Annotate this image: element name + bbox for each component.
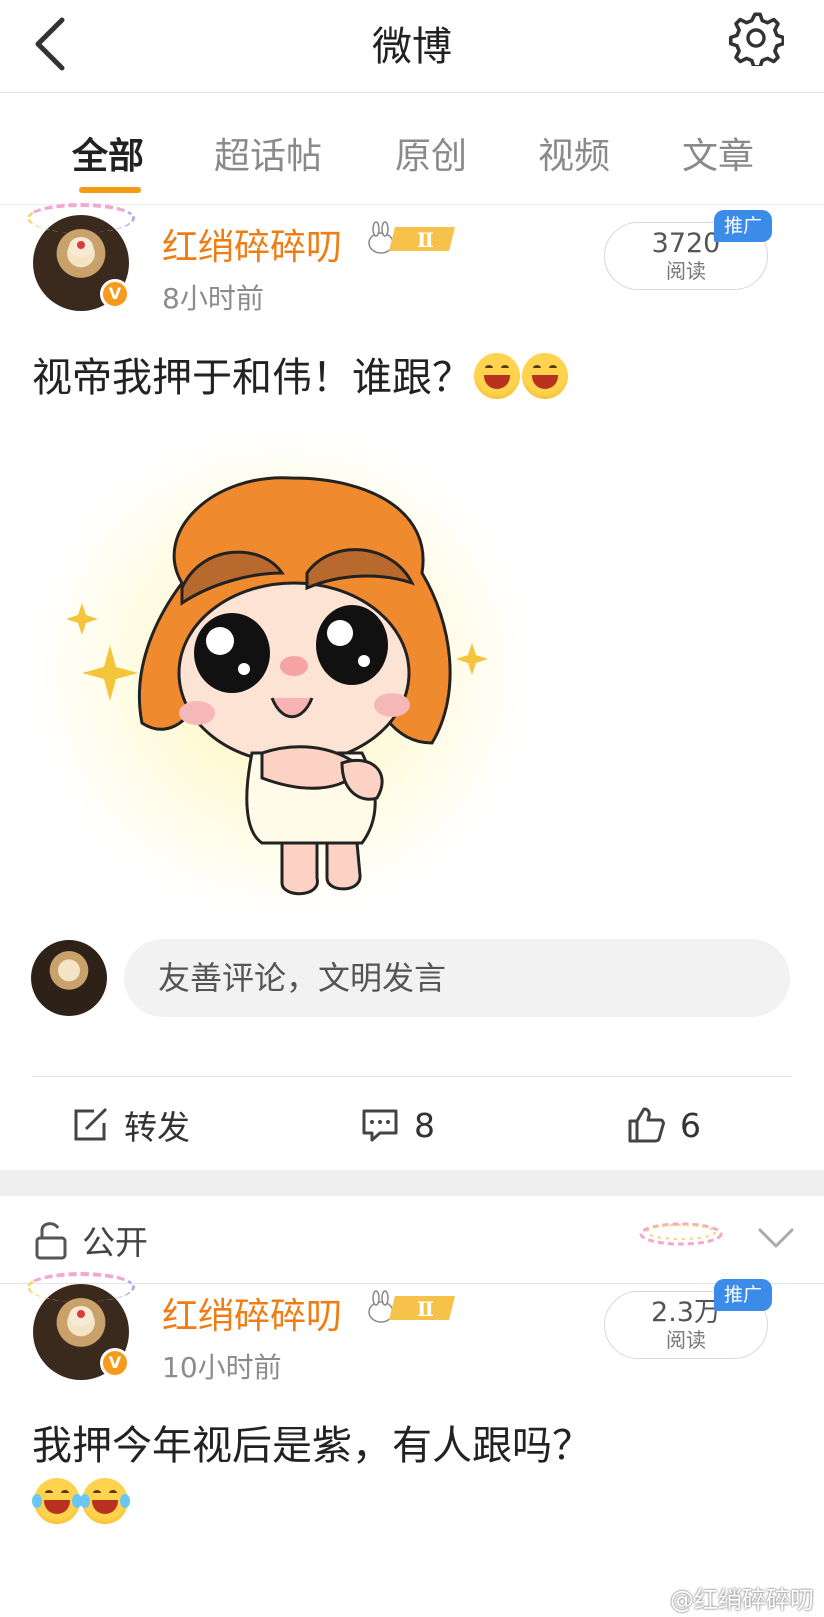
username[interactable]: 红绡碎碎叨: [162, 218, 342, 270]
chevron-down-icon[interactable]: [756, 1222, 796, 1254]
post-time: 10小时前: [162, 1351, 282, 1384]
comment-count: 8: [414, 1105, 435, 1145]
gear-icon[interactable]: [728, 10, 784, 66]
watermark: @红绡碎碎叨: [670, 1586, 814, 1614]
tab-video[interactable]: 视频: [538, 127, 610, 179]
top-bar: 微博: [0, 0, 824, 93]
section-separator: [0, 1170, 824, 1196]
avatar-decoration: [27, 203, 135, 233]
grinning-emoji: [522, 353, 568, 399]
member-level-icon: Ⅱ: [368, 221, 455, 254]
level-badge: Ⅱ: [417, 1297, 434, 1321]
member-level-icon: Ⅱ: [368, 1290, 455, 1323]
tears-of-joy-emoji: [80, 1478, 130, 1524]
active-tab-indicator: [79, 187, 141, 193]
tab-original[interactable]: 原创: [395, 127, 467, 179]
comment-icon: [362, 1109, 398, 1142]
tab-all[interactable]: 全部: [72, 127, 144, 179]
repost-label: 转发: [124, 1108, 190, 1147]
post-image[interactable]: [32, 423, 532, 923]
visibility-row: 公开: [0, 1196, 824, 1284]
read-label: 阅读: [666, 259, 706, 283]
visibility-label[interactable]: 公开: [82, 1216, 148, 1264]
post-emoji-row: [32, 1478, 130, 1524]
grinning-emoji: [474, 353, 520, 399]
comment-input[interactable]: 友善评论，文明发言: [124, 939, 790, 1017]
verified-badge: V: [100, 1348, 130, 1378]
tears-of-joy-emoji: [32, 1478, 82, 1524]
unlock-icon: [35, 1222, 67, 1260]
post-time: 8小时前: [162, 282, 264, 315]
read-label: 阅读: [666, 1328, 706, 1352]
username[interactable]: 红绡碎碎叨: [162, 1287, 342, 1339]
commenter-avatar: [31, 940, 107, 1016]
post-text: 视帝我押于和伟！谁跟？: [32, 345, 568, 403]
divider: [32, 1076, 792, 1077]
avatar-decoration: [27, 1272, 135, 1302]
verified-badge: V: [100, 279, 130, 309]
tab-bar: 全部 超话帖 原创 视频 文章: [0, 93, 824, 205]
promo-badge[interactable]: 推广: [714, 210, 772, 242]
share-icon: [74, 1107, 108, 1141]
promo-badge[interactable]: 推广: [714, 1279, 772, 1311]
tab-super-topic[interactable]: 超话帖: [214, 127, 322, 179]
sparkle-decoration-icon: [639, 1222, 723, 1246]
like-button[interactable]: 6: [626, 1095, 701, 1155]
comment-button[interactable]: 8: [360, 1095, 435, 1155]
level-badge: Ⅱ: [417, 228, 434, 252]
thumbs-up-icon: [628, 1107, 665, 1143]
post-text: 我押今年视后是紫，有人跟吗？: [32, 1423, 592, 1469]
page-title: 微博: [372, 24, 452, 70]
repost-button[interactable]: 转发: [72, 1095, 190, 1155]
like-count: 6: [680, 1105, 701, 1145]
tab-article[interactable]: 文章: [682, 127, 754, 179]
